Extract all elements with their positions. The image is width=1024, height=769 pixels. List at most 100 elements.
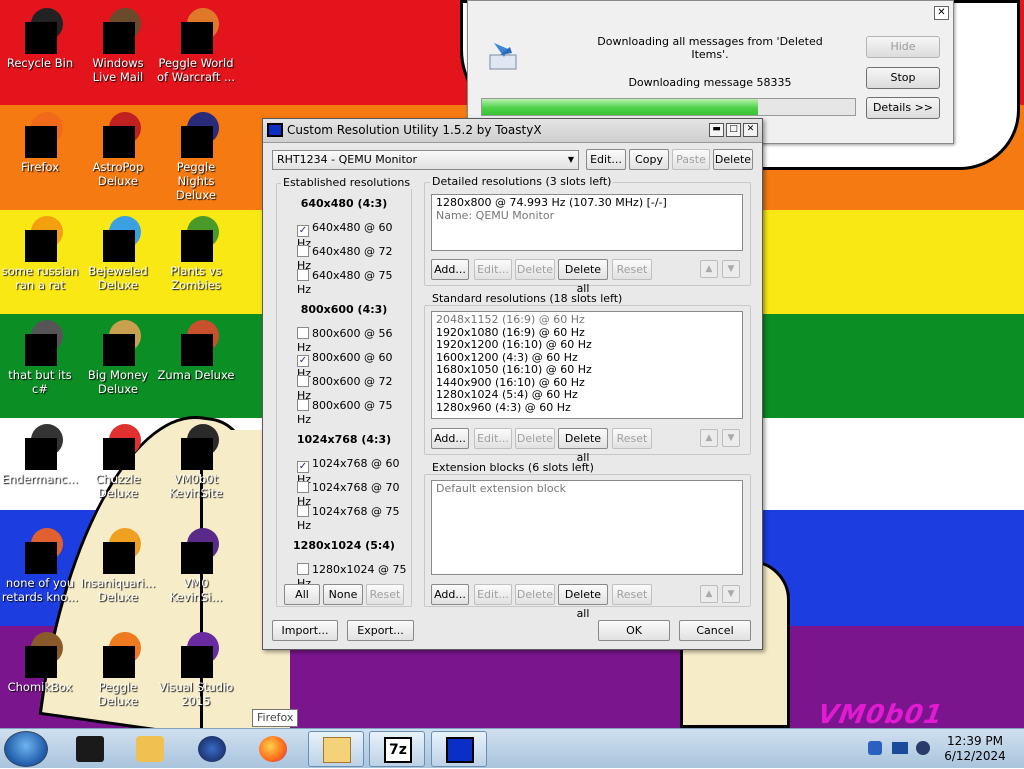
- list-item[interactable]: 1280x800 @ 74.993 Hz (107.30 MHz) [-/-]: [436, 196, 738, 210]
- maximize-button[interactable]: □: [726, 123, 741, 137]
- add-button[interactable]: Add...: [431, 259, 469, 280]
- stop-button[interactable]: Stop: [866, 67, 940, 89]
- paste-button[interactable]: Paste: [672, 149, 710, 170]
- move-up-icon[interactable]: ▲: [700, 429, 718, 447]
- all-button[interactable]: All: [284, 584, 320, 605]
- move-down-icon[interactable]: ▼: [722, 585, 740, 603]
- checkbox-box[interactable]: [297, 481, 309, 493]
- resolution-checkbox[interactable]: 800x600 @ 72 Hz: [297, 375, 410, 402]
- checkbox-box[interactable]: ✓: [297, 355, 309, 367]
- delete-all-button[interactable]: Delete all: [558, 428, 608, 464]
- resolution-checkbox[interactable]: 1280x1024 @ 75 Hz: [297, 563, 410, 590]
- delete-button[interactable]: Delete: [515, 428, 555, 449]
- delete-all-button[interactable]: Delete all: [558, 584, 608, 620]
- resolution-checkbox[interactable]: 640x480 @ 75 Hz: [297, 269, 410, 296]
- reset-button[interactable]: Reset: [612, 584, 652, 605]
- desktop-icon[interactable]: Peggle World of Warcraft ...: [157, 8, 235, 84]
- clock[interactable]: 12:39 PM 6/12/2024: [940, 734, 1010, 764]
- move-down-icon[interactable]: ▼: [722, 260, 740, 278]
- desktop-icon[interactable]: Plants vs Zombies: [157, 216, 235, 292]
- checkbox-box[interactable]: ✓: [297, 225, 309, 237]
- list-item[interactable]: 1280x1024 (5:4) @ 60 Hz: [436, 388, 738, 402]
- tray-icon[interactable]: [868, 741, 882, 755]
- desktop-icon[interactable]: Chuzzle Deluxe: [79, 424, 157, 500]
- move-up-icon[interactable]: ▲: [700, 260, 718, 278]
- desktop-icon[interactable]: Peggle Nights Deluxe: [157, 112, 235, 202]
- edit-button[interactable]: Edit...: [474, 584, 512, 605]
- list-item[interactable]: Name: QEMU Monitor: [436, 209, 738, 223]
- taskbar-item[interactable]: [431, 731, 487, 767]
- list-item[interactable]: 2048x1152 (16:9) @ 60 Hz: [436, 313, 738, 327]
- checkbox-box[interactable]: [297, 563, 309, 575]
- resolution-checkbox[interactable]: 800x600 @ 75 Hz: [297, 399, 410, 426]
- close-button[interactable]: ✕: [934, 6, 949, 20]
- hide-button[interactable]: Hide: [866, 36, 940, 58]
- desktop-icon[interactable]: Firefox: [1, 112, 79, 174]
- checkbox-box[interactable]: [297, 505, 309, 517]
- list-item[interactable]: 1680x1050 (16:10) @ 60 Hz: [436, 363, 738, 377]
- taskbar-item[interactable]: [184, 731, 240, 767]
- desktop-icon[interactable]: none of you retards kno...: [1, 528, 79, 604]
- desktop-icon[interactable]: Zuma Deluxe: [157, 320, 235, 382]
- add-button[interactable]: Add...: [431, 428, 469, 449]
- edit-button[interactable]: Edit...: [474, 259, 512, 280]
- edit-monitor-button[interactable]: Edit...: [586, 149, 626, 170]
- taskbar-item[interactable]: [122, 731, 178, 767]
- checkbox-box[interactable]: [297, 327, 309, 339]
- desktop-icon[interactable]: Recycle Bin: [1, 8, 79, 70]
- close-button[interactable]: ✕: [743, 123, 758, 137]
- start-button[interactable]: [4, 731, 48, 767]
- taskbar-item[interactable]: [308, 731, 364, 767]
- desktop-icon[interactable]: Windows Live Mail: [79, 8, 157, 84]
- desktop-icon[interactable]: ChomikBox: [1, 632, 79, 694]
- list-item[interactable]: 1280x960 (4:3) @ 60 Hz: [436, 401, 738, 415]
- cancel-button[interactable]: Cancel: [679, 620, 751, 641]
- detailed-list[interactable]: 1280x800 @ 74.993 Hz (107.30 MHz) [-/-] …: [431, 194, 743, 251]
- resolution-checkbox[interactable]: ✓ 1024x768 @ 60 Hz: [297, 457, 410, 486]
- checkbox-box[interactable]: [297, 375, 309, 387]
- resolution-checkbox[interactable]: ✓ 800x600 @ 60 Hz: [297, 351, 410, 380]
- desktop-icon[interactable]: VM0 KevinSi...: [157, 528, 235, 604]
- checkbox-box[interactable]: [297, 269, 309, 281]
- standard-list[interactable]: 2048x1152 (16:9) @ 60 Hz 1920x1080 (16:9)…: [431, 311, 743, 419]
- reset-button[interactable]: Reset: [366, 584, 404, 605]
- delete-button[interactable]: Delete: [515, 259, 555, 280]
- taskbar-item[interactable]: [62, 731, 118, 767]
- checkbox-box[interactable]: [297, 399, 309, 411]
- move-down-icon[interactable]: ▼: [722, 429, 740, 447]
- minimize-button[interactable]: ▬: [709, 123, 724, 137]
- resolution-checkbox[interactable]: 640x480 @ 72 Hz: [297, 245, 410, 272]
- taskbar-item[interactable]: 7z: [369, 731, 425, 767]
- add-button[interactable]: Add...: [431, 584, 469, 605]
- resolution-checkbox[interactable]: 1024x768 @ 70 Hz: [297, 481, 410, 508]
- delete-all-button[interactable]: Delete all: [558, 259, 608, 295]
- desktop-icon[interactable]: Endermanc...: [1, 424, 79, 486]
- checkbox-box[interactable]: ✓: [297, 461, 309, 473]
- desktop-icon[interactable]: some russian ran a rat: [1, 216, 79, 292]
- resolution-checkbox[interactable]: 800x600 @ 56 Hz: [297, 327, 410, 354]
- list-item[interactable]: 1920x1200 (16:10) @ 60 Hz: [436, 338, 738, 352]
- edit-button[interactable]: Edit...: [474, 428, 512, 449]
- export-button[interactable]: Export...: [347, 620, 414, 641]
- delete-button[interactable]: Delete: [713, 149, 753, 170]
- delete-button[interactable]: Delete: [515, 584, 555, 605]
- ok-button[interactable]: OK: [598, 620, 670, 641]
- desktop-icon[interactable]: that but its c#: [1, 320, 79, 396]
- volume-icon[interactable]: [916, 741, 930, 755]
- none-button[interactable]: None: [323, 584, 363, 605]
- checkbox-box[interactable]: [297, 245, 309, 257]
- details-button[interactable]: Details >>: [866, 97, 940, 119]
- move-up-icon[interactable]: ▲: [700, 585, 718, 603]
- desktop-icon[interactable]: Bejeweled Deluxe: [79, 216, 157, 292]
- desktop-icon[interactable]: VM0b0t KevinSite: [157, 424, 235, 500]
- desktop-icon[interactable]: Peggle Deluxe: [79, 632, 157, 708]
- import-button[interactable]: Import...: [272, 620, 338, 641]
- resolution-checkbox[interactable]: ✓ 640x480 @ 60 Hz: [297, 221, 410, 250]
- copy-button[interactable]: Copy: [629, 149, 669, 170]
- desktop-icon[interactable]: Big Money Deluxe: [79, 320, 157, 396]
- network-icon[interactable]: [892, 742, 908, 754]
- extension-list[interactable]: Default extension block: [431, 480, 743, 575]
- reset-button[interactable]: Reset: [612, 428, 652, 449]
- desktop-icon[interactable]: AstroPop Deluxe: [79, 112, 157, 188]
- list-item[interactable]: Default extension block: [436, 482, 738, 496]
